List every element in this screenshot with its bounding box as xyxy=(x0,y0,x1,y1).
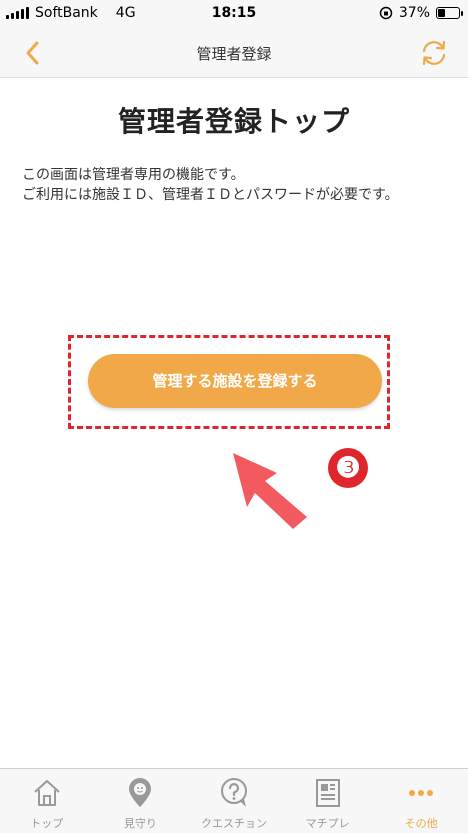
newspaper-icon xyxy=(315,779,340,807)
status-bar: SoftBank 4G 18:15 37% xyxy=(0,0,468,28)
nav-title: 管理者登録 xyxy=(196,45,272,63)
status-right: 37% xyxy=(379,5,463,21)
tab-label: その他 xyxy=(404,817,438,830)
tab-top[interactable]: トップ xyxy=(0,769,94,833)
question-bubble-icon xyxy=(220,778,247,807)
battery-icon xyxy=(436,7,463,19)
tab-mimamori[interactable]: 見守り xyxy=(94,769,188,833)
home-icon xyxy=(34,780,60,806)
pointer-arrow-icon xyxy=(233,453,307,529)
tab-label: 見守り xyxy=(123,817,157,830)
tab-label: クエスチョン xyxy=(200,817,267,830)
tab-other[interactable]: その他 xyxy=(374,769,468,833)
tab-machipure[interactable]: マチプレ xyxy=(281,769,375,833)
description: この画面は管理者専用の機能です。 ご利用には施設ＩＤ、管理者ＩＤとパスワードが必… xyxy=(22,165,446,205)
tab-label: マチプレ xyxy=(305,817,350,830)
tab-question[interactable]: クエスチョン xyxy=(187,769,281,833)
register-facility-button[interactable]: 管理する施設を登録する xyxy=(88,354,382,408)
page-title: 管理者登録トップ xyxy=(117,105,350,138)
battery-level xyxy=(438,9,446,17)
description-line-2: ご利用には施設ＩＤ、管理者ＩＤとパスワードが必要です。 xyxy=(22,187,399,203)
tab-bar: トップ 見守り クエスチョン マチプレ その他 xyxy=(0,768,468,833)
orientation-lock-icon xyxy=(379,6,393,20)
battery-percent: 37% xyxy=(398,5,430,21)
navigation-bar: 管理者登録 xyxy=(0,28,468,78)
description-line-1: この画面は管理者専用の機能です。 xyxy=(22,167,245,183)
tab-label: トップ xyxy=(30,817,64,830)
step-marker: ❸ xyxy=(328,448,368,488)
more-dots-icon xyxy=(409,790,434,796)
refresh-icon[interactable] xyxy=(418,37,450,69)
location-pin-icon xyxy=(129,778,152,807)
